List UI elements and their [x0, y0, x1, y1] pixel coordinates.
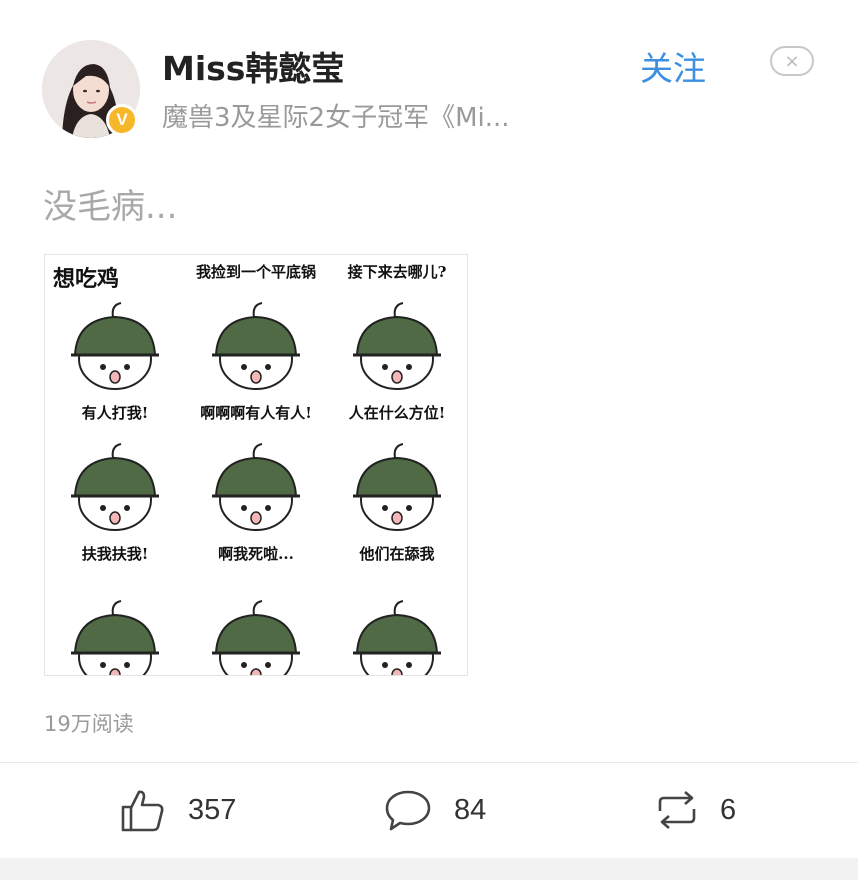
read-count: 19万阅读 — [44, 712, 134, 736]
repost-button[interactable]: 6 — [656, 785, 736, 835]
divider — [0, 762, 858, 763]
comic-panel: 啊啊啊有人有人! — [186, 396, 326, 536]
comic-panel-caption: 有人打我! — [81, 404, 149, 422]
like-button[interactable]: 357 — [120, 785, 236, 835]
close-icon: × — [784, 50, 800, 72]
comic-panel: 我捡到一个平底锅 — [186, 255, 326, 395]
comic-panel: 想吃鸡 — [45, 255, 185, 395]
comic-panel-caption: 想吃鸡 — [53, 266, 120, 292]
post-image[interactable]: 想吃鸡 我捡到一个平底锅 接下来去哪儿? 有人打我! 啊啊啊有人有人! 人在什么方位! 扶我… — [44, 254, 468, 676]
comment-button[interactable]: 84 — [384, 785, 486, 835]
comic-panel-caption: 扶我扶我! — [81, 545, 149, 563]
post-text: 没毛病... — [43, 187, 178, 227]
repost-icon — [658, 791, 696, 829]
comic-panel-caption: 啊我死啦... — [218, 545, 294, 563]
comic-panel-caption: 啊啊啊有人有人! — [200, 404, 312, 422]
author-description: 魔兽3及星际2女子冠军《Mi... — [162, 103, 510, 133]
comic-panel: 人在什么方位! — [327, 396, 467, 536]
thumbs-up-icon — [121, 790, 164, 832]
verified-badge: V — [106, 104, 138, 136]
follow-button[interactable]: 关注 — [640, 42, 706, 90]
comic-panel: 有人打我! — [45, 396, 185, 536]
comic-panel-caption: 接下来去哪儿? — [347, 263, 447, 281]
author-name[interactable]: Miss韩懿莹 — [162, 42, 344, 90]
comic-panel: 扶我扶我! — [45, 537, 185, 675]
like-count: 357 — [188, 793, 237, 826]
comic-panel-caption: 人在什么方位! — [348, 404, 446, 422]
comic-panel: 接下来去哪儿? — [327, 255, 467, 395]
comic-panel: 他们在舔我 — [327, 537, 467, 675]
comment-count: 84 — [454, 793, 487, 826]
close-button[interactable]: × — [770, 46, 814, 76]
comic-panel: 啊我死啦... — [186, 537, 326, 675]
comment-bubble-icon — [385, 790, 431, 831]
comic-panel-caption: 他们在舔我 — [359, 545, 435, 563]
comic-panel-caption: 我捡到一个平底锅 — [195, 263, 316, 281]
weibo-post-card: V Miss韩懿莹 魔兽3及星际2女子冠军《Mi... 关注 × 没毛病... … — [0, 0, 858, 858]
repost-count: 6 — [720, 793, 737, 826]
